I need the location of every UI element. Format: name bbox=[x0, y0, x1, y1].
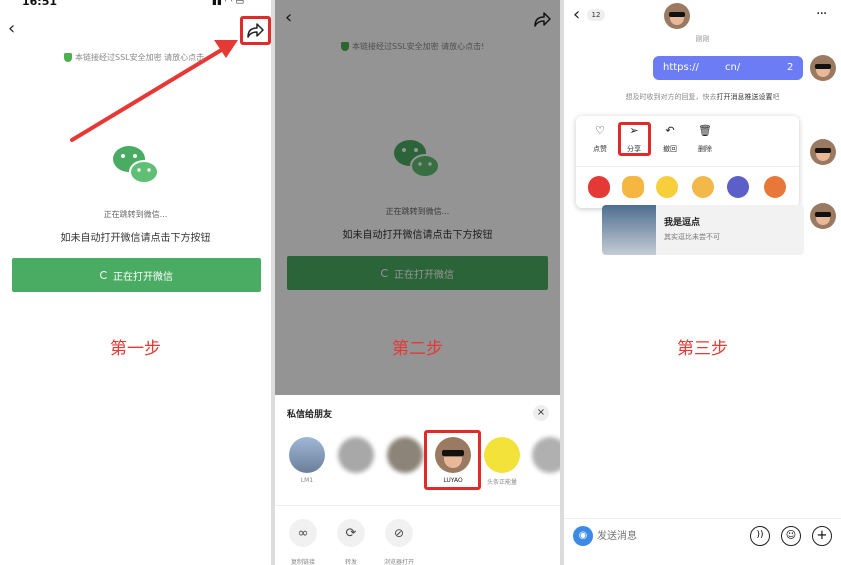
video-thumbnail bbox=[602, 205, 656, 255]
message-input[interactable] bbox=[597, 527, 737, 545]
my-avatar bbox=[810, 139, 836, 165]
notify-text: 想及时收到对方的回复，快去打开消息推送设置吧 bbox=[564, 92, 841, 102]
chat-avatar[interactable] bbox=[664, 3, 690, 29]
delete-label[interactable]: 删除 bbox=[693, 144, 717, 154]
video-card-message[interactable]: 我是逗点 其实逗比未尝不可 bbox=[602, 205, 804, 255]
card-title: 我是逗点 bbox=[664, 218, 701, 228]
friend-avatar[interactable] bbox=[484, 437, 520, 473]
camera-icon[interactable]: ◉ bbox=[573, 526, 593, 546]
heart-outline-icon[interactable]: ♡ bbox=[588, 124, 612, 137]
message-context-menu: ♡ 点赞 ➢ 分享 ↶ 撤回 🗑︎ 删除 bbox=[576, 116, 799, 208]
mask-emoji-icon[interactable] bbox=[656, 176, 678, 198]
copy-link-label: 复制链接 bbox=[290, 559, 315, 565]
share-sheet: 私信给朋友 × LM1 LUYAO 头条正能量 ∞ 复制链接 ⟳ 转发 ⊘ 浏览… bbox=[275, 395, 560, 565]
browser-open-button[interactable]: ⊘ bbox=[385, 519, 413, 547]
hint-text: 如未自动打开微信请点击下方按钮 bbox=[60, 233, 211, 244]
link-text-mid: cn/ bbox=[725, 62, 741, 73]
ssl-text: 本链接经过SSL安全加密 请放心点击 bbox=[75, 53, 205, 62]
friend-avatar[interactable] bbox=[289, 437, 325, 473]
add-icon[interactable]: + bbox=[812, 526, 832, 546]
step2-panel: ‹ 本链接经过SSL安全加密 请放心点击! 正在跳转到微信... 如未自动打开微… bbox=[275, 0, 560, 565]
step-label: 第三步 bbox=[677, 339, 728, 359]
shield-icon bbox=[64, 53, 72, 62]
back-icon[interactable]: ‹ bbox=[573, 6, 580, 24]
menu-divider bbox=[576, 166, 799, 167]
friend-name: 头条正能量 bbox=[486, 479, 517, 486]
link-message-bubble[interactable]: https:// cn/ 2 bbox=[653, 56, 803, 80]
my-avatar bbox=[810, 203, 836, 229]
undo-icon[interactable]: ↶ bbox=[658, 124, 682, 137]
angry-emoji-icon[interactable] bbox=[764, 176, 786, 198]
friend-avatar[interactable] bbox=[387, 437, 423, 473]
time-label: 刚刚 bbox=[695, 35, 710, 43]
close-icon[interactable]: × bbox=[533, 405, 549, 421]
friend-name: LM1 bbox=[300, 477, 314, 484]
ssl-notice: 本链接经过SSL安全加密 请放心点击 bbox=[64, 52, 204, 63]
link-icon: ∞ bbox=[297, 525, 309, 541]
poop-emoji-icon[interactable] bbox=[727, 176, 749, 198]
trash-icon[interactable]: 🗑︎ bbox=[693, 124, 717, 137]
step-label: 第一步 bbox=[110, 339, 161, 359]
thumbs-emoji-icon[interactable] bbox=[622, 176, 644, 198]
recall-label[interactable]: 撤回 bbox=[658, 144, 682, 154]
friend-highlight-box bbox=[424, 430, 481, 490]
more-icon[interactable]: ··· bbox=[816, 6, 827, 22]
link-text: https:// bbox=[663, 62, 699, 73]
laugh-emoji-icon[interactable] bbox=[692, 176, 714, 198]
my-avatar bbox=[810, 55, 836, 81]
jump-text: 正在跳转到微信... bbox=[103, 210, 168, 219]
sheet-divider bbox=[275, 505, 560, 506]
input-bar: ◉ )) ☺ + bbox=[564, 518, 841, 565]
emoji-icon[interactable]: ☺ bbox=[781, 526, 801, 546]
like-label[interactable]: 点赞 bbox=[588, 144, 612, 154]
unread-badge: 12 bbox=[587, 9, 605, 21]
refresh-icon: ⟳ bbox=[345, 525, 357, 541]
sheet-title: 私信给朋友 bbox=[287, 410, 333, 420]
browser-open-label: 浏览器打开 bbox=[383, 559, 414, 565]
share-highlight-box bbox=[618, 122, 651, 156]
notify-suffix: 吧 bbox=[772, 93, 780, 101]
step1-panel: 16:51 ▮▮ ◠ ▭ ‹ 本链接经过SSL安全加密 请放心点击 正在跳转到微… bbox=[0, 0, 271, 565]
open-wechat-button[interactable]: 正在打开微信 bbox=[12, 258, 261, 292]
pointer-arrow bbox=[70, 40, 238, 142]
card-description: 其实逗比未尝不可 bbox=[664, 233, 720, 241]
friend-avatar[interactable] bbox=[338, 437, 374, 473]
tutorial-screenshot: 16:51 ▮▮ ◠ ▭ ‹ 本链接经过SSL安全加密 请放心点击 正在跳转到微… bbox=[0, 0, 841, 565]
loading-spinner-icon bbox=[100, 271, 108, 279]
step-label: 第二步 bbox=[392, 339, 443, 359]
step3-panel: ‹ 12 ··· 刚刚 https:// cn/ 2 想及时收到对方的回复，快去… bbox=[564, 0, 841, 565]
notify-prefix: 想及时收到对方的回复，快去 bbox=[625, 93, 717, 101]
notify-settings-link[interactable]: 打开消息推送设置 bbox=[717, 93, 773, 101]
voice-icon[interactable]: )) bbox=[750, 526, 770, 546]
friend-avatar[interactable] bbox=[532, 437, 560, 473]
heart-emoji-icon[interactable] bbox=[588, 176, 610, 198]
wechat-logo-icon bbox=[111, 143, 161, 187]
forward-button[interactable]: ⟳ bbox=[337, 519, 365, 547]
open-wechat-label: 正在打开微信 bbox=[113, 271, 173, 283]
compass-icon: ⊘ bbox=[393, 526, 405, 540]
copy-link-button[interactable]: ∞ bbox=[289, 519, 317, 547]
forward-label: 转发 bbox=[344, 559, 357, 565]
link-text-end: 2 bbox=[787, 62, 794, 73]
